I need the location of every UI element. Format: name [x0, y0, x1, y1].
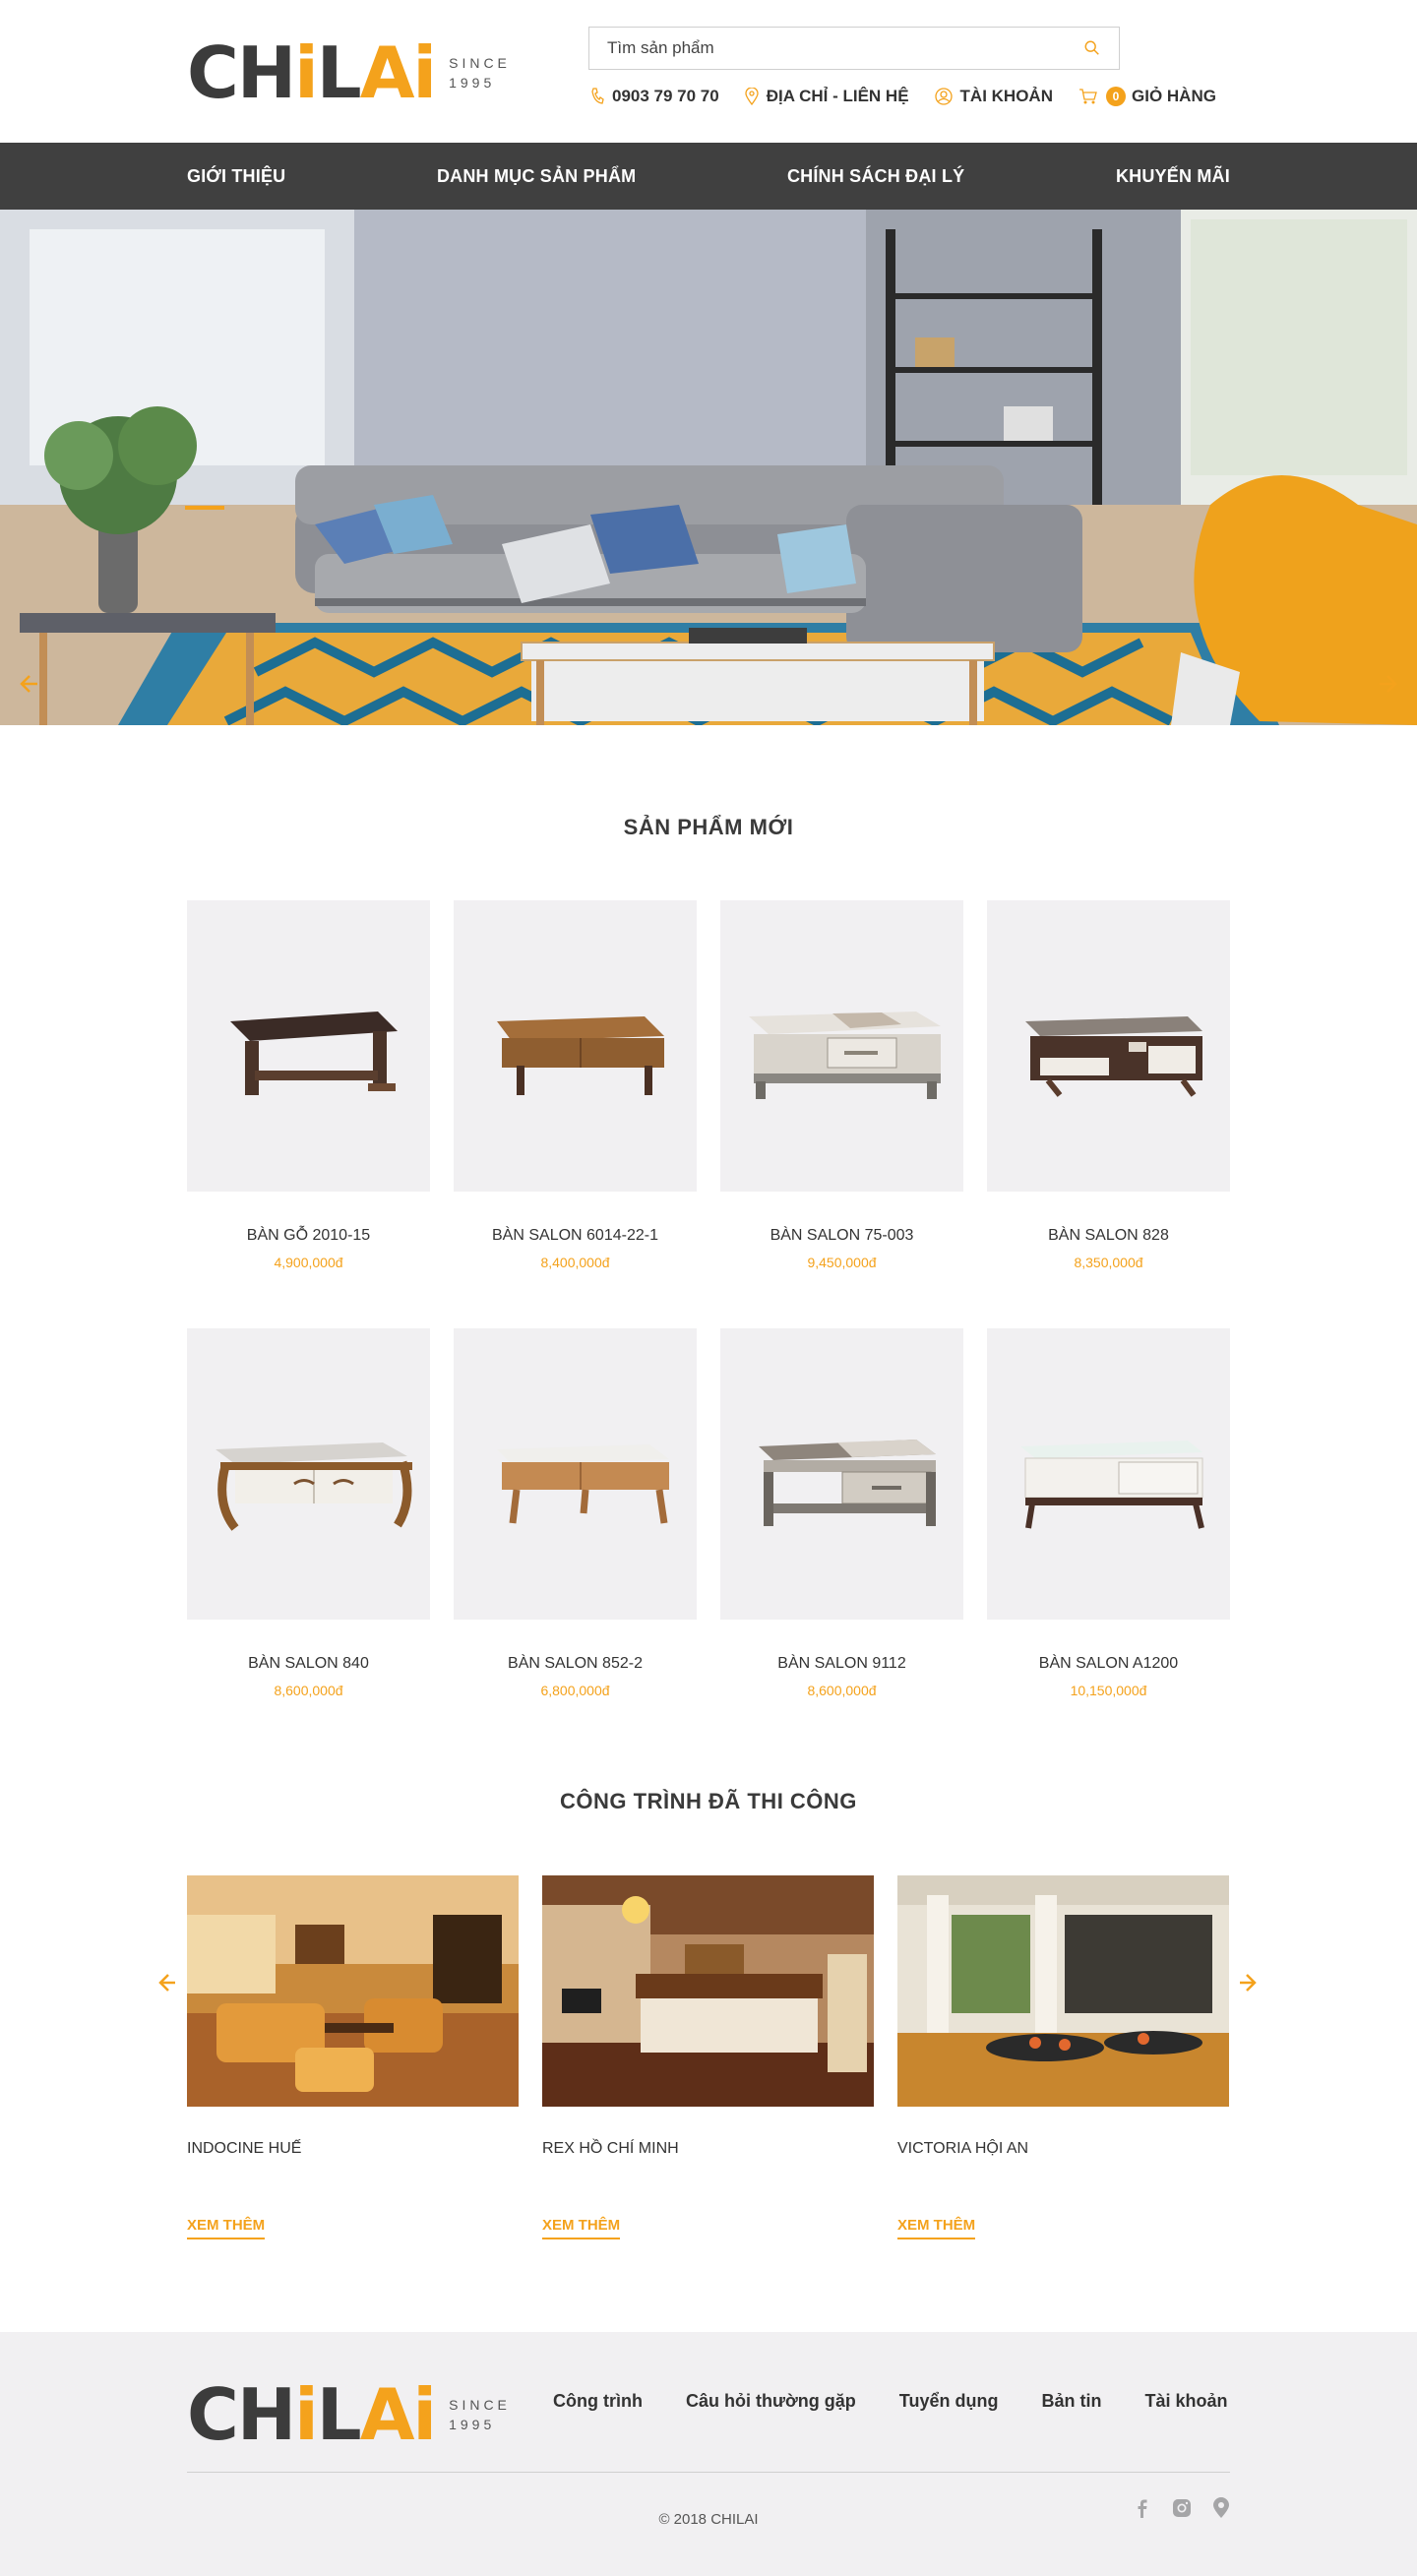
read-more-link[interactable]: XEM THÊM: [897, 2217, 976, 2239]
project-card[interactable]: VICTORIA HỘI AN XEM THÊM: [897, 1875, 1229, 2239]
read-more-link[interactable]: XEM THÊM: [542, 2217, 621, 2239]
product-image[interactable]: [987, 1328, 1230, 1620]
projects-next-arrow-icon[interactable]: [1236, 1970, 1262, 1995]
hero-banner-image: [0, 210, 1417, 725]
product-card[interactable]: BÀN SALON 852-2 6,800,000đ: [454, 1328, 697, 1756]
footer-link-account[interactable]: Tài khoản: [1144, 2391, 1227, 2412]
footer-brand-logo[interactable]: CHiLAi SINCE 1995: [187, 2379, 511, 2450]
projects-title: CÔNG TRÌNH ĐÃ THI CÔNG: [560, 1789, 857, 1813]
read-more-link[interactable]: XEM THÊM: [187, 2217, 266, 2239]
product-name[interactable]: BÀN SALON 840: [187, 1655, 430, 1673]
product-card[interactable]: BÀN SALON 9112 8,600,000đ: [720, 1328, 963, 1756]
search-input[interactable]: [607, 38, 1083, 58]
product-price: 8,400,000đ: [540, 1255, 610, 1270]
footer-logo-wordmark: CHiLAi: [187, 2373, 437, 2456]
account-link[interactable]: TÀI KHOẢN: [934, 87, 1053, 106]
product-price: 9,450,000đ: [807, 1255, 877, 1270]
product-image[interactable]: [987, 900, 1230, 1192]
project-image[interactable]: [897, 1875, 1229, 2107]
logo-wordmark: CHiLAi: [187, 31, 437, 114]
project-name[interactable]: REX HỒ CHÍ MINH: [542, 2140, 874, 2158]
top-info-bar: 0903 79 70 70 ĐỊA CHỈ - LIÊN HỆ TÀI KHOẢ…: [590, 87, 1216, 106]
product-name[interactable]: BÀN SALON 9112: [720, 1655, 963, 1673]
user-icon: [934, 88, 953, 105]
footer-logo-since: SINCE 1995: [449, 2397, 511, 2432]
project-name[interactable]: INDOCINE HUẾ: [187, 2140, 519, 2158]
cart-link[interactable]: 0 GIỎ HÀNG: [1078, 87, 1216, 106]
product-card[interactable]: BÀN SALON 75-003 9,450,000đ: [720, 900, 963, 1328]
cart-count-badge: 0: [1106, 87, 1126, 106]
nav-item-promotions[interactable]: KHUYẾN MÃI: [1116, 166, 1230, 187]
site-header: CHiLAi SINCE 1995 0903 79 70 70 ĐỊA CHỈ …: [0, 0, 1417, 143]
project-card[interactable]: INDOCINE HUẾ XEM THÊM: [187, 1875, 519, 2239]
product-image[interactable]: [454, 1328, 697, 1620]
product-name[interactable]: BÀN GỖ 2010-15: [187, 1227, 430, 1245]
product-name[interactable]: BÀN SALON 828: [987, 1227, 1230, 1245]
product-image[interactable]: [720, 1328, 963, 1620]
product-name[interactable]: BÀN SALON 852-2: [454, 1655, 697, 1673]
hero-prev-arrow-icon[interactable]: [14, 670, 41, 698]
product-name[interactable]: BÀN SALON 75-003: [720, 1227, 963, 1245]
product-image[interactable]: [720, 900, 963, 1192]
address-link[interactable]: ĐỊA CHỈ - LIÊN HỆ: [745, 87, 909, 106]
projects-prev-arrow-icon[interactable]: [154, 1970, 179, 1995]
project-image[interactable]: [542, 1875, 874, 2107]
footer-link-faq[interactable]: Câu hỏi thường gặp: [686, 2391, 856, 2412]
product-card[interactable]: BÀN GỖ 2010-15 4,900,000đ: [187, 900, 430, 1328]
search-box: [588, 27, 1120, 70]
cart-icon: [1079, 89, 1097, 104]
product-card[interactable]: BÀN SALON 840 8,600,000đ: [187, 1328, 430, 1756]
main-nav: GIỚI THIỆU DANH MỤC SẢN PHẨM CHÍNH SÁCH …: [0, 143, 1417, 210]
product-card[interactable]: BÀN SALON A1200 10,150,000đ: [987, 1328, 1230, 1756]
instagram-icon[interactable]: [1171, 2497, 1193, 2519]
hero-next-arrow-icon[interactable]: [1376, 670, 1403, 698]
nav-item-about[interactable]: GIỚI THIỆU: [187, 166, 285, 187]
new-products-title: SẢN PHẨM MỚI: [623, 815, 794, 839]
product-price: 8,600,000đ: [807, 1683, 877, 1698]
copyright-text: © 2018 CHILAI: [658, 2511, 759, 2528]
social-links: [1132, 2497, 1230, 2519]
project-name[interactable]: VICTORIA HỘI AN: [897, 2140, 1229, 2158]
product-name[interactable]: BÀN SALON 6014-22-1: [454, 1227, 697, 1245]
project-card[interactable]: REX HỒ CHÍ MINH XEM THÊM: [542, 1875, 874, 2239]
hero-slider: [0, 210, 1417, 725]
footer-link-news[interactable]: Bản tin: [1041, 2391, 1101, 2412]
projects-carousel: INDOCINE HUẾ XEM THÊM REX HỒ CHÍ MINH XE…: [187, 1875, 1230, 2239]
product-card[interactable]: BÀN SALON 6014-22-1 8,400,000đ: [454, 900, 697, 1328]
product-price: 8,350,000đ: [1074, 1255, 1143, 1270]
facebook-icon[interactable]: [1132, 2497, 1151, 2519]
footer-link-projects[interactable]: Công trình: [553, 2391, 643, 2412]
phone-icon: [591, 88, 604, 104]
product-name[interactable]: BÀN SALON A1200: [987, 1655, 1230, 1673]
product-image[interactable]: [454, 900, 697, 1192]
nav-item-categories[interactable]: DANH MỤC SẢN PHẨM: [437, 166, 636, 187]
project-image[interactable]: [187, 1875, 519, 2107]
location-pin-icon: [745, 88, 759, 105]
footer-link-careers[interactable]: Tuyển dụng: [899, 2391, 999, 2412]
nav-item-dealer-policy[interactable]: CHÍNH SÁCH ĐẠI LÝ: [787, 166, 964, 187]
product-card[interactable]: BÀN SALON 828 8,350,000đ: [987, 900, 1230, 1328]
map-pin-icon[interactable]: [1212, 2497, 1230, 2519]
product-price: 10,150,000đ: [1070, 1683, 1147, 1698]
brand-logo[interactable]: CHiLAi SINCE 1995: [187, 37, 511, 108]
search-icon[interactable]: [1083, 39, 1101, 57]
site-footer: CHiLAi SINCE 1995 Công trình Câu hỏi thư…: [0, 2332, 1417, 2576]
logo-since: SINCE 1995: [449, 55, 511, 91]
product-price: 4,900,000đ: [274, 1255, 343, 1270]
footer-divider: [187, 2472, 1230, 2473]
product-price: 6,800,000đ: [540, 1683, 610, 1698]
product-grid: BÀN GỖ 2010-15 4,900,000đ BÀN SALON 6014…: [187, 900, 1230, 1756]
product-image[interactable]: [187, 900, 430, 1192]
product-price: 8,600,000đ: [274, 1683, 343, 1698]
footer-links: Công trình Câu hỏi thường gặp Tuyển dụng…: [553, 2391, 1227, 2412]
product-image[interactable]: [187, 1328, 430, 1620]
phone-link[interactable]: 0903 79 70 70: [590, 87, 719, 106]
